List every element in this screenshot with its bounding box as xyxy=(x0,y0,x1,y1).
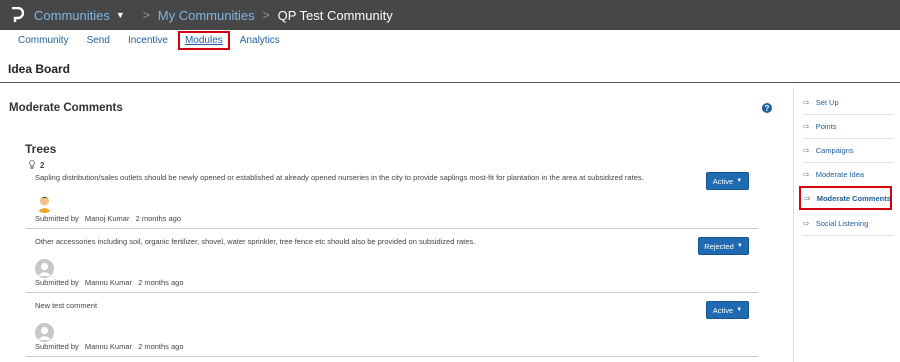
panel-title: Moderate Comments xyxy=(9,102,123,114)
caret-down-icon[interactable]: ▼ xyxy=(116,10,125,20)
submitted-by-label: Submitted by xyxy=(35,214,79,223)
comment-time: 2 months ago xyxy=(135,214,182,223)
sidebar-item-label: Campaigns xyxy=(815,145,854,155)
help-icon[interactable]: ? xyxy=(762,103,772,113)
top-bar: Communities ▼ > My Communities > QP Test… xyxy=(0,0,900,30)
comment-text: Other accessories including soil, organi… xyxy=(35,237,476,246)
comment-divider xyxy=(26,228,758,229)
comment-time: 2 months ago xyxy=(138,342,184,351)
sidebar-item-moderate-idea[interactable]: ⇨ Moderate Idea xyxy=(803,162,899,186)
submitted-by-label: Submitted by xyxy=(35,342,79,351)
sidebar-item-label: Moderate Idea xyxy=(815,169,865,179)
comment-item: Sapling distribution/sales outlets shoul… xyxy=(26,168,758,228)
default-avatar-icon[interactable] xyxy=(35,259,54,278)
status-dropdown-button[interactable]: Active ▼ xyxy=(706,301,749,319)
status-label: Rejected xyxy=(704,241,734,251)
communities-menu[interactable]: Communities xyxy=(34,8,110,23)
comment-author: Mannu Kumar xyxy=(84,342,132,351)
user-avatar[interactable] xyxy=(35,194,54,213)
caret-down-icon: ▼ xyxy=(736,243,743,249)
idea-title: Trees xyxy=(25,142,57,156)
sidebar-divider xyxy=(803,235,894,236)
submitted-by-label: Submitted by xyxy=(35,278,79,287)
comment-divider xyxy=(26,292,758,293)
submitted-by: Submitted by Manoj Kumar 2 months ago xyxy=(35,214,185,223)
section-title: Idea Board xyxy=(8,62,71,76)
sidebar-item-label: Points xyxy=(815,121,837,131)
sidebar-item-label: Social Listening xyxy=(815,218,869,228)
status-dropdown-button[interactable]: Active ▼ xyxy=(706,172,749,190)
sign-in-icon: ⇨ xyxy=(804,193,811,203)
sidebar-item-social-listening[interactable]: ⇨ Social Listening xyxy=(803,211,899,235)
sidebar-item-campaigns[interactable]: ⇨ Campaigns xyxy=(803,138,899,162)
tab-analytics[interactable]: Analytics xyxy=(240,35,280,46)
status-label: Active xyxy=(712,305,734,315)
sidebar-item-moderate-comments[interactable]: ⇨ Moderate Comments xyxy=(799,186,892,210)
submitted-by: Submitted by Mannu Kumar 2 months ago xyxy=(35,342,188,351)
submitted-by: Submitted by Mannu Kumar 2 months ago xyxy=(35,278,188,287)
modules-sidebar: ⇨ Set Up ⇨ Points ⇨ Campaigns ⇨ Moderate… xyxy=(793,87,900,362)
tab-community[interactable]: Community xyxy=(18,35,69,46)
tab-incentive[interactable]: Incentive xyxy=(128,35,168,46)
status-label: Active xyxy=(712,176,734,186)
tab-modules[interactable]: Modules xyxy=(177,30,230,50)
tab-send[interactable]: Send xyxy=(87,35,110,46)
breadcrumb-separator: > xyxy=(142,8,150,22)
caret-down-icon: ▼ xyxy=(736,178,743,184)
sidebar-item-label: Moderate Comments xyxy=(816,193,891,203)
comment-text: Sapling distribution/sales outlets shoul… xyxy=(35,173,644,182)
caret-down-icon: ▼ xyxy=(736,307,743,313)
sidebar-item-set-up[interactable]: ⇨ Set Up xyxy=(803,90,899,114)
tab-bar: Community Send Incentive Modules Analyti… xyxy=(0,30,900,50)
sign-in-icon: ⇨ xyxy=(803,218,810,228)
comment-time: 2 months ago xyxy=(138,278,184,287)
comment-divider xyxy=(26,356,758,357)
sign-in-icon: ⇨ xyxy=(803,121,810,131)
sidebar-item-points[interactable]: ⇨ Points xyxy=(803,114,899,138)
comment-author: Mannu Kumar xyxy=(84,278,132,287)
status-dropdown-button[interactable]: Rejected ▼ xyxy=(698,237,749,255)
breadcrumb: Communities ▼ > My Communities > QP Test… xyxy=(34,8,393,23)
divider xyxy=(0,82,900,83)
comment-item: New test comment Submitted by Mannu Kuma… xyxy=(26,296,758,356)
comment-text: New test comment xyxy=(35,301,98,310)
comment-author: Manoj Kumar xyxy=(84,214,130,223)
app-logo-icon[interactable] xyxy=(10,7,24,23)
default-avatar-icon[interactable] xyxy=(35,323,54,342)
sign-in-icon: ⇨ xyxy=(803,169,810,179)
sign-in-icon: ⇨ xyxy=(803,145,810,155)
sign-in-icon: ⇨ xyxy=(803,97,810,107)
breadcrumb-separator: > xyxy=(262,8,270,22)
current-community: QP Test Community xyxy=(277,7,393,23)
my-communities-link[interactable]: My Communities xyxy=(158,8,255,23)
comment-item: Other accessories including soil, organi… xyxy=(26,232,758,292)
sidebar-item-label: Set Up xyxy=(815,97,839,107)
